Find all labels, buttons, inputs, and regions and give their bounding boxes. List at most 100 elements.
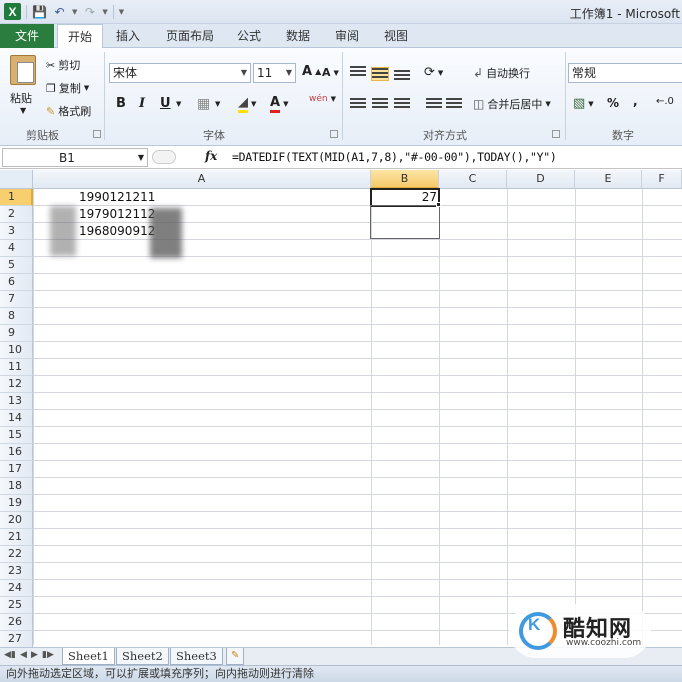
align-top-icon[interactable] — [350, 66, 366, 78]
fill-handle[interactable] — [436, 202, 441, 207]
fill-color-button[interactable]: ◢ ▼ — [238, 95, 256, 113]
row-header-24[interactable]: 24 — [0, 580, 33, 597]
align-center-icon[interactable] — [372, 98, 388, 110]
row-header-23[interactable]: 23 — [0, 563, 33, 580]
column-header-f[interactable]: F — [642, 170, 682, 189]
tab-review[interactable]: 审阅 — [335, 24, 359, 48]
column-header-a[interactable]: A — [33, 170, 371, 189]
wrap-text-button[interactable]: ↲ 自动换行 — [473, 65, 530, 81]
row-header-27[interactable]: 27 — [0, 631, 33, 648]
row-header-5[interactable]: 5 — [0, 257, 33, 274]
row-header-10[interactable]: 10 — [0, 342, 33, 359]
select-all-corner[interactable] — [0, 170, 33, 189]
row-header-2[interactable]: 2 — [0, 206, 33, 223]
row-header-14[interactable]: 14 — [0, 410, 33, 427]
borders-icon[interactable]: ▦ — [197, 96, 210, 112]
copy-dropdown-icon[interactable]: ▼ — [84, 84, 89, 92]
first-sheet-icon[interactable]: ◀▮ — [4, 650, 16, 660]
tab-home[interactable]: 开始 — [57, 24, 103, 49]
save-icon[interactable]: 💾 — [32, 4, 47, 19]
font-color-button[interactable]: A ▼ — [270, 95, 288, 113]
sheet-tab-sheet1[interactable]: Sheet1 — [62, 648, 115, 665]
comma-button[interactable]: , — [633, 94, 638, 108]
font-launcher-icon[interactable] — [330, 130, 338, 138]
align-bottom-icon[interactable] — [394, 70, 410, 82]
row-header-13[interactable]: 13 — [0, 393, 33, 410]
cell-a2[interactable]: 1979012112 — [79, 206, 155, 223]
row-header-25[interactable]: 25 — [0, 597, 33, 614]
row-header-22[interactable]: 22 — [0, 546, 33, 563]
phonetic-guide-button[interactable]: wén ▼ — [309, 94, 336, 104]
row-header-11[interactable]: 11 — [0, 359, 33, 376]
cut-button[interactable]: ✂ 剪切 — [46, 57, 80, 73]
row-header-6[interactable]: 6 — [0, 274, 33, 291]
sheet-tab-sheet3[interactable]: Sheet3 — [170, 648, 223, 665]
tab-view[interactable]: 视图 — [384, 24, 408, 48]
row-header-3[interactable]: 3 — [0, 223, 33, 240]
row-header-15[interactable]: 15 — [0, 427, 33, 444]
align-middle-icon[interactable] — [371, 67, 389, 81]
alignment-launcher-icon[interactable] — [552, 130, 560, 138]
column-header-c[interactable]: C — [439, 170, 507, 189]
align-right-icon[interactable] — [394, 98, 410, 110]
row-header-7[interactable]: 7 — [0, 291, 33, 308]
cell-a3[interactable]: 1968090912 — [79, 223, 155, 240]
row-header-12[interactable]: 12 — [0, 376, 33, 393]
paste-dropdown-icon[interactable]: ▼ — [20, 106, 26, 115]
bold-button[interactable]: B — [116, 96, 126, 111]
prev-sheet-icon[interactable]: ◀ — [20, 650, 27, 660]
formula-input[interactable]: =DATEDIF(TEXT(MID(A1,7,8),"#-00-00"),TOD… — [232, 150, 557, 164]
clipboard-launcher-icon[interactable] — [93, 130, 101, 138]
row-header-9[interactable]: 9 — [0, 325, 33, 342]
row-header-17[interactable]: 17 — [0, 461, 33, 478]
next-sheet-icon[interactable]: ▶ — [31, 650, 38, 660]
copy-button[interactable]: ❐ 复制 ▼ — [46, 80, 89, 96]
undo-icon[interactable]: ↶ — [52, 4, 67, 19]
tab-data[interactable]: 数据 — [286, 24, 310, 48]
tab-page-layout[interactable]: 页面布局 — [166, 24, 214, 48]
column-header-b[interactable]: B — [371, 170, 439, 189]
last-sheet-icon[interactable]: ▮▶ — [42, 650, 54, 660]
tab-insert[interactable]: 插入 — [116, 24, 140, 48]
name-box[interactable]: B1 ▼ — [2, 148, 148, 167]
underline-button[interactable]: U — [160, 96, 171, 111]
row-header-18[interactable]: 18 — [0, 478, 33, 495]
formula-bar-splitter[interactable] — [152, 150, 212, 166]
format-painter-button[interactable]: ✎ 格式刷 — [46, 103, 91, 119]
worksheet-grid[interactable] — [33, 189, 682, 645]
font-name-select[interactable]: 宋体 ▼ — [109, 63, 251, 83]
redo-dropdown-icon[interactable]: ▼ — [102, 8, 107, 16]
currency-button[interactable]: ▧ ▼ — [573, 96, 594, 111]
excel-logo-icon[interactable]: X — [4, 3, 21, 20]
column-header-d[interactable]: D — [507, 170, 575, 189]
decrease-indent-icon[interactable] — [426, 98, 442, 110]
insert-function-icon[interactable]: fx — [205, 149, 217, 163]
paste-button[interactable]: 粘贴 — [10, 90, 32, 106]
italic-button[interactable]: I — [139, 96, 145, 111]
row-header-8[interactable]: 8 — [0, 308, 33, 325]
row-header-1[interactable]: 1 — [0, 189, 33, 206]
grow-font-button[interactable]: A ▲ — [302, 64, 321, 79]
underline-dropdown-icon[interactable]: ▼ — [176, 100, 181, 108]
orientation-icon[interactable]: ⟳ ▼ — [424, 65, 443, 80]
merge-center-button[interactable]: ◫ 合并后居中 ▼ — [473, 96, 551, 112]
cell-a1[interactable]: 1990121211 — [79, 189, 155, 206]
row-header-4[interactable]: 4 — [0, 240, 33, 257]
row-header-21[interactable]: 21 — [0, 529, 33, 546]
insert-sheet-icon[interactable]: ✎ — [226, 648, 245, 665]
tab-file[interactable]: 文件 — [0, 24, 54, 48]
number-format-select[interactable]: 常规 — [568, 63, 682, 83]
align-left-icon[interactable] — [350, 98, 366, 110]
percent-button[interactable]: % — [607, 96, 619, 110]
paste-icon[interactable] — [10, 55, 36, 85]
redo-icon[interactable]: ↷ — [82, 4, 97, 19]
increase-indent-icon[interactable] — [446, 98, 462, 110]
font-size-select[interactable]: 11 ▼ — [253, 63, 296, 83]
tab-formulas[interactable]: 公式 — [237, 24, 261, 48]
row-header-20[interactable]: 20 — [0, 512, 33, 529]
row-header-16[interactable]: 16 — [0, 444, 33, 461]
shrink-font-button[interactable]: A ▼ — [322, 66, 339, 79]
row-header-26[interactable]: 26 — [0, 614, 33, 631]
column-header-e[interactable]: E — [575, 170, 642, 189]
borders-dropdown-icon[interactable]: ▼ — [215, 100, 220, 108]
